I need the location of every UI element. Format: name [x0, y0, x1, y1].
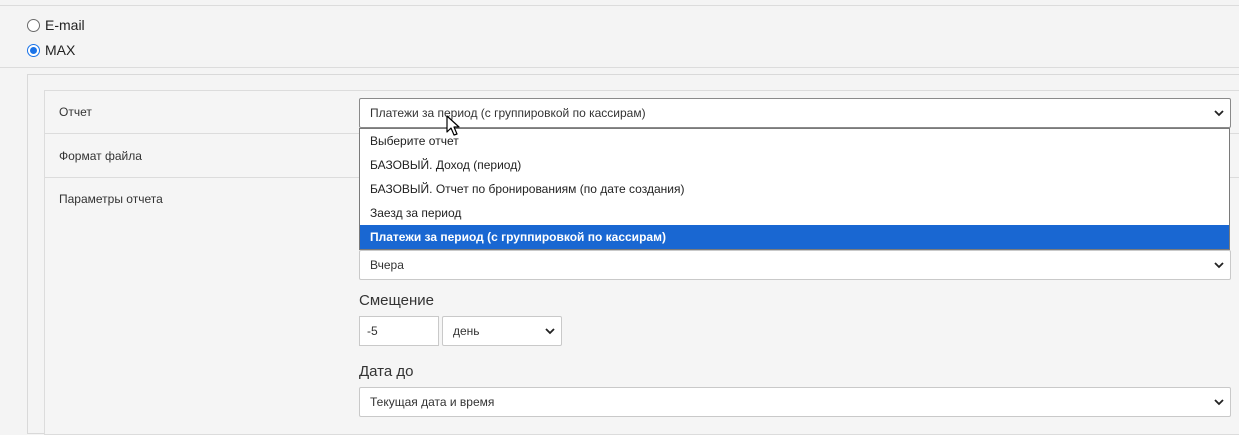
top-divider [0, 5, 1239, 6]
date-to-label: Дата до [359, 363, 414, 380]
dropdown-option[interactable]: Заезд за период [360, 201, 1229, 225]
offset-input[interactable]: -5 [359, 316, 439, 346]
chevron-down-icon [1214, 399, 1224, 406]
offset-unit-value: день [453, 324, 480, 338]
file-format-label: Формат файла [59, 149, 142, 163]
offset-input-value: -5 [367, 324, 378, 338]
radio-max[interactable]: MAX [27, 42, 75, 58]
dropdown-option[interactable]: БАЗОВЫЙ. Отчет по бронированиям (по дате… [360, 177, 1229, 201]
radio-email-circle[interactable] [27, 18, 40, 32]
dropdown-option[interactable]: Выберите отчет [360, 129, 1229, 153]
radio-email[interactable]: E-mail [27, 17, 85, 33]
report-select-value: Платежи за период (с группировкой по кас… [370, 106, 646, 120]
mouse-pointer-icon [446, 115, 460, 136]
date-to-value: Текущая дата и время [370, 395, 495, 409]
dropdown-option-selected[interactable]: Платежи за период (с группировкой по кас… [360, 225, 1229, 249]
report-label: Отчет [59, 105, 92, 119]
date-from-value: Вчера [370, 258, 404, 272]
section-divider [0, 67, 1239, 68]
report-select[interactable]: Платежи за период (с группировкой по кас… [359, 98, 1231, 128]
report-dropdown-list[interactable]: Выберите отчет БАЗОВЫЙ. Доход (период) Б… [359, 128, 1230, 250]
radio-max-label: MAX [45, 42, 76, 58]
radio-max-circle[interactable] [27, 43, 40, 57]
dropdown-option[interactable]: БАЗОВЫЙ. Доход (период) [360, 153, 1229, 177]
chevron-down-icon [545, 328, 555, 335]
date-from-select[interactable]: Вчера [359, 250, 1231, 280]
report-params-label: Параметры отчета [59, 192, 163, 206]
date-to-select[interactable]: Текущая дата и время [359, 387, 1231, 417]
chevron-down-icon [1214, 262, 1224, 269]
chevron-down-icon [1214, 110, 1224, 117]
offset-unit-select[interactable]: день [442, 316, 562, 346]
radio-email-label: E-mail [45, 17, 85, 33]
offset-label: Смещение [359, 292, 435, 309]
